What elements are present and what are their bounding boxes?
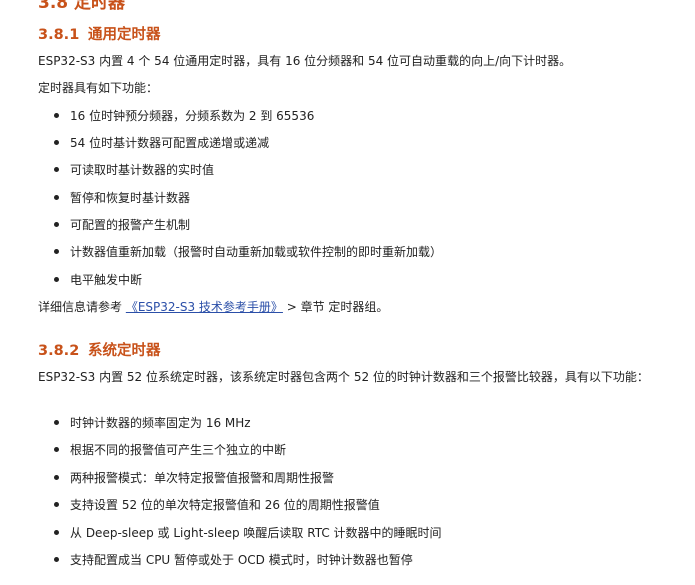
bullet-icon [54, 420, 59, 425]
section-heading-system-timer: 3.8.2 系统定时器 [38, 339, 161, 360]
bullet-icon [54, 249, 59, 254]
list-item: 时钟计数器的频率固定为 16 MHz [54, 414, 251, 432]
section-title: 系统定时器 [88, 343, 161, 359]
section-number: 3.8.2 [38, 343, 80, 359]
list-item: 暂停和恢复时基计数器 [54, 189, 190, 207]
features-lead: 定时器具有如下功能： [38, 81, 159, 95]
list-item: 16 位时钟预分频器，分频系数为 2 到 65536 [54, 107, 314, 125]
bullet-icon [54, 167, 59, 172]
bullet-icon [54, 140, 59, 145]
list-item: 从 Deep-sleep 或 Light-sleep 唤醒后读取 RTC 计数器… [54, 524, 442, 542]
section-heading-general-timer: 3.8.1 通用定时器 [38, 23, 161, 44]
document-page: 3.8 定时器 3.8.1 通用定时器 ESP32-S3 内置 4 个 54 位通… [0, 0, 695, 585]
bullet-icon [54, 475, 59, 480]
list-item: 两种报警模式：单次特定报警值报警和周期性报警 [54, 469, 334, 487]
section-intro: ESP32-S3 内置 52 位系统定时器，该系统定时器包含两个 52 位的时钟… [38, 370, 649, 384]
list-item: 可读取时基计数器的实时值 [54, 161, 214, 179]
bullet-icon [54, 447, 59, 452]
section-title: 通用定时器 [88, 27, 161, 43]
trm-link[interactable]: 《ESP32-S3 技术参考手册》 [126, 300, 283, 314]
list-item: 54 位时基计数器可配置成递增或递减 [54, 134, 269, 152]
bullet-icon [54, 195, 59, 200]
chapter-heading: 3.8 定时器 [38, 0, 126, 13]
list-item: 支持设置 52 位的单次特定报警值和 26 位的周期性报警值 [54, 496, 380, 514]
reference-line: 详细信息请参考 《ESP32-S3 技术参考手册》 > 章节 定时器组。 [38, 300, 389, 314]
list-item: 电平触发中断 [54, 271, 142, 289]
list-item: 可配置的报警产生机制 [54, 216, 190, 234]
bullet-icon [54, 530, 59, 535]
list-item: 根据不同的报警值可产生三个独立的中断 [54, 441, 286, 459]
section-intro: ESP32-S3 内置 4 个 54 位通用定时器，具有 16 位分频器和 54… [38, 54, 572, 68]
bullet-icon [54, 222, 59, 227]
list-item: 计数器值重新加载（报警时自动重新加载或软件控制的即时重新加载） [54, 243, 442, 261]
bullet-icon [54, 277, 59, 282]
bullet-icon [54, 502, 59, 507]
bullet-icon [54, 557, 59, 562]
section-number: 3.8.1 [38, 27, 80, 43]
bullet-icon [54, 113, 59, 118]
list-item: 支持配置成当 CPU 暂停或处于 OCD 模式时，时钟计数器也暂停 [54, 551, 413, 569]
